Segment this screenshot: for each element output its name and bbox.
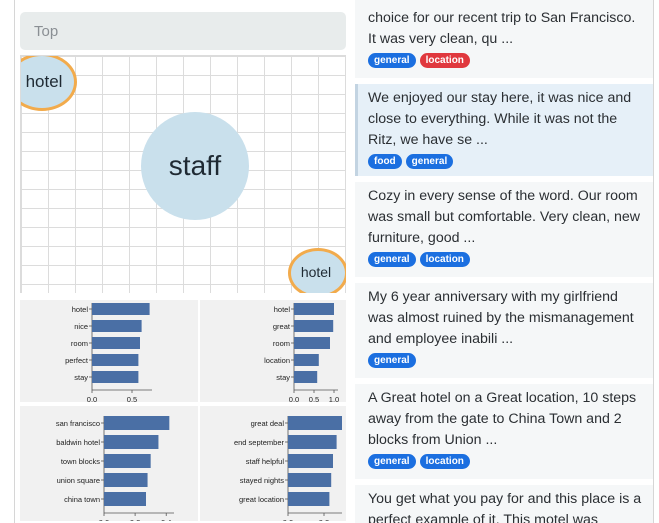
bar[interactable] (92, 303, 150, 315)
review-tags: general (368, 353, 645, 368)
review-tags: general location (368, 454, 645, 469)
category-label: end september (234, 438, 285, 447)
x-tick-label: 0.2 (319, 518, 329, 521)
review-text: You get what you pay for and this place … (368, 491, 642, 523)
tag-general[interactable]: general (368, 252, 416, 267)
review-card[interactable]: You get what you pay for and this place … (355, 485, 653, 523)
bar-chart-1: hotel nice room perfect stay 0.0 0.5 (65, 303, 152, 402)
category-label: san francisco (56, 419, 100, 428)
category-label: town blocks (61, 457, 100, 466)
review-text: A Great hotel on a Great location, 10 st… (368, 390, 637, 448)
bar[interactable] (92, 371, 139, 383)
review-text: choice for our recent trip to San Franci… (368, 10, 636, 47)
category-label: room (273, 339, 290, 348)
bubble-label: staff (168, 150, 222, 181)
keyword-charts: hotel nice room perfect stay 0.0 0.5 hotel grea… (20, 300, 346, 523)
bar[interactable] (288, 416, 342, 430)
chart-cell-3: san francisco baldwin hotel town blocks uni… (20, 406, 198, 521)
bar[interactable] (294, 337, 330, 349)
bar[interactable] (288, 435, 337, 449)
bar[interactable] (104, 473, 148, 487)
category-label: staff helpful (246, 457, 285, 466)
review-tags: food general (368, 154, 645, 169)
search-input[interactable]: Top (20, 12, 346, 50)
chart-cell-2: hotel great room location stay 0.0 0.5 1.0 (200, 300, 346, 402)
bar-chart-3: san francisco baldwin hotel town blocks uni… (56, 416, 174, 521)
review-text: My 6 year anniversary with my girlfriend… (368, 289, 634, 347)
topic-bubble-hotel-small[interactable]: hotel (288, 248, 346, 293)
category-label: stayed nights (240, 476, 284, 485)
category-label: nice (74, 322, 88, 331)
topic-bubble-staff[interactable]: staff (141, 112, 249, 220)
bar[interactable] (92, 354, 139, 366)
review-card[interactable]: We enjoyed our stay here, it was nice an… (355, 84, 653, 176)
x-tick-label: 0.0 (283, 518, 293, 521)
left-panel: Top hotel staff hotel hotel nice room perfe… (18, 0, 350, 523)
bar[interactable] (288, 492, 330, 506)
category-label: union square (57, 476, 100, 485)
tag-general[interactable]: general (368, 454, 416, 469)
bar[interactable] (104, 416, 170, 430)
review-tags: general location (368, 252, 645, 267)
x-tick-label: 1.0 (329, 395, 339, 402)
category-label: great deal (251, 419, 285, 428)
chart-cell-4: great deal end september staff helpful stay… (200, 406, 346, 521)
x-tick-label: 0.0 (87, 395, 97, 402)
tag-general[interactable]: general (405, 154, 454, 169)
category-label: great (273, 322, 291, 331)
review-text: Cozy in every sense of the word. Our roo… (368, 188, 641, 246)
category-label: baldwin hotel (56, 438, 100, 447)
bar[interactable] (104, 435, 159, 449)
category-label: hotel (274, 305, 291, 314)
bar[interactable] (288, 473, 332, 487)
review-list[interactable]: choice for our recent trip to San Franci… (355, 0, 653, 523)
bubble-label: hotel (25, 72, 63, 91)
bar-chart-2: hotel great room location stay 0.0 0.5 1.0 (264, 303, 339, 402)
tag-food[interactable]: food (368, 154, 402, 169)
category-label: china town (64, 495, 100, 504)
category-label: hotel (72, 305, 89, 314)
category-label: stay (74, 373, 88, 382)
tag-location[interactable]: location (419, 252, 470, 267)
review-text: We enjoyed our stay here, it was nice an… (368, 90, 632, 148)
topic-map[interactable]: hotel staff hotel (20, 55, 346, 293)
bar[interactable] (92, 337, 140, 349)
x-tick-label: 0.4 (161, 518, 171, 521)
bubble-label: hotel (300, 264, 332, 280)
bar[interactable] (294, 303, 334, 315)
bar[interactable] (104, 492, 146, 506)
bar-chart-4: great deal end september staff helpful stay… (234, 416, 342, 521)
category-label: perfect (65, 356, 89, 365)
category-label: great location (239, 495, 284, 504)
review-card[interactable]: My 6 year anniversary with my girlfriend… (355, 283, 653, 378)
topic-bubble-hotel[interactable]: hotel (21, 56, 77, 111)
tag-general[interactable]: general (368, 53, 416, 68)
tag-general[interactable]: general (368, 353, 416, 368)
x-tick-label: 0.0 (99, 518, 109, 521)
search-placeholder: Top (34, 23, 59, 40)
bar[interactable] (294, 320, 334, 332)
review-tags: general location (368, 53, 645, 68)
bar[interactable] (92, 320, 142, 332)
review-card[interactable]: Cozy in every sense of the word. Our roo… (355, 182, 653, 277)
category-label: stay (276, 373, 290, 382)
bar[interactable] (294, 371, 318, 383)
bar[interactable] (294, 354, 319, 366)
x-tick-label: 0.2 (130, 518, 140, 521)
chart-cell-1: hotel nice room perfect stay 0.0 0.5 (20, 300, 198, 402)
review-card[interactable]: choice for our recent trip to San Franci… (355, 0, 653, 78)
category-label: location (264, 356, 290, 365)
tag-location[interactable]: location (419, 53, 470, 68)
x-tick-label: 0.5 (127, 395, 137, 402)
x-tick-label: 0.5 (309, 395, 319, 402)
bar[interactable] (104, 454, 151, 468)
category-label: room (71, 339, 88, 348)
review-card[interactable]: A Great hotel on a Great location, 10 st… (355, 384, 653, 479)
tag-location[interactable]: location (419, 454, 470, 469)
bar[interactable] (288, 454, 333, 468)
x-tick-label: 0.0 (289, 395, 299, 402)
